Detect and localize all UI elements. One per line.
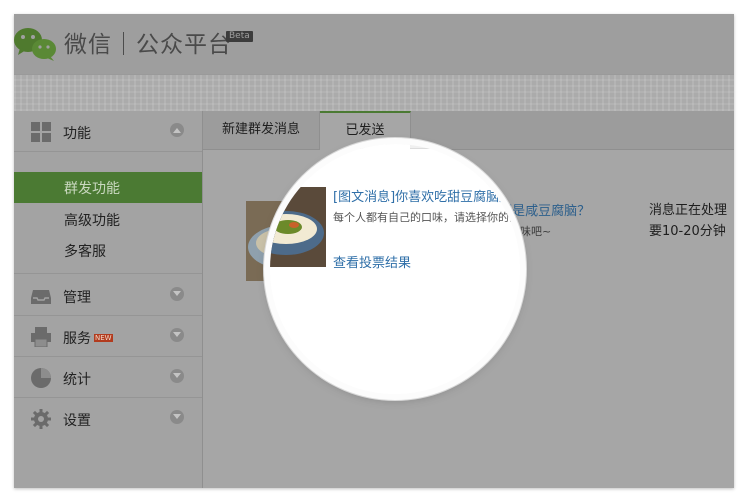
spotlight-tab-sent	[320, 144, 410, 150]
chevron-down-icon[interactable]	[170, 287, 184, 301]
sidebar-group-stats[interactable]: 统计	[14, 357, 202, 398]
sidebar-group-label: 管理	[63, 290, 91, 306]
spotlight-view-vote-results-link[interactable]: 查看投票结果	[333, 252, 411, 271]
spotlight-thumbnail[interactable]	[270, 187, 326, 267]
sidebar-group-label: 功能	[63, 126, 91, 142]
divider	[14, 273, 202, 274]
chevron-down-icon[interactable]	[170, 328, 184, 342]
sidebar-item-label: 多客服	[64, 244, 106, 260]
sidebar-group-function[interactable]: 功能	[14, 111, 202, 152]
sidebar-item-customer-service[interactable]: 多客服	[14, 235, 202, 266]
message-status: 消息正在处理 要10-20分钟	[649, 200, 734, 242]
printer-icon	[31, 327, 51, 347]
new-badge: NEW	[94, 334, 113, 342]
chevron-up-icon[interactable]	[170, 123, 184, 137]
spotlight-message-description: 每个人都有自己的口味，请选择你的口味吧~	[333, 211, 520, 224]
sidebar-group-service[interactable]: 服务 NEW	[14, 316, 202, 357]
sidebar-item-label: 群发功能	[64, 181, 120, 197]
beta-badge: Beta	[226, 31, 253, 42]
platform-title: 微信｜公众平台	[64, 32, 232, 58]
top-header: 微信｜公众平台 Beta	[14, 14, 734, 74]
sidebar-group-settings[interactable]: 设置	[14, 398, 202, 438]
wechat-logo-icon	[14, 28, 56, 61]
grid-icon	[31, 122, 51, 142]
status-line-1: 消息正在处理	[649, 203, 728, 218]
sidebar-item-label: 高级功能	[64, 213, 120, 229]
spotlight-content: [图文消息]你喜欢吃甜豆腐脑还是咸豆腐脑？ 每个人都有自己的口味，请选择你的口味…	[270, 144, 520, 394]
status-line-2: 要10-20分钟	[649, 224, 726, 239]
header-pattern-band	[14, 74, 734, 112]
inbox-icon	[31, 290, 51, 304]
sidebar: 功能 群发功能 高级功能 多客服 管理 服务 NEW 统计 设置	[14, 111, 203, 488]
sidebar-group-label: 统计	[63, 372, 91, 388]
sidebar-group-label: 设置	[63, 413, 91, 429]
sidebar-group-manage[interactable]: 管理	[14, 275, 202, 316]
chevron-down-icon[interactable]	[170, 369, 184, 383]
spotlight-magnifier: [图文消息]你喜欢吃甜豆腐脑还是咸豆腐脑？ 每个人都有自己的口味，请选择你的口味…	[270, 144, 520, 394]
sidebar-group-label-text: 服务	[63, 331, 91, 347]
gear-icon	[31, 409, 51, 429]
pie-chart-icon	[31, 368, 51, 388]
sidebar-group-label: 服务 NEW	[63, 328, 113, 348]
sidebar-item-mass-send[interactable]: 群发功能	[14, 172, 202, 203]
sidebar-item-advanced[interactable]: 高级功能	[14, 204, 202, 235]
spotlight-message-title[interactable]: [图文消息]你喜欢吃甜豆腐脑还是咸豆腐脑？	[333, 186, 520, 205]
chevron-down-icon[interactable]	[170, 410, 184, 424]
